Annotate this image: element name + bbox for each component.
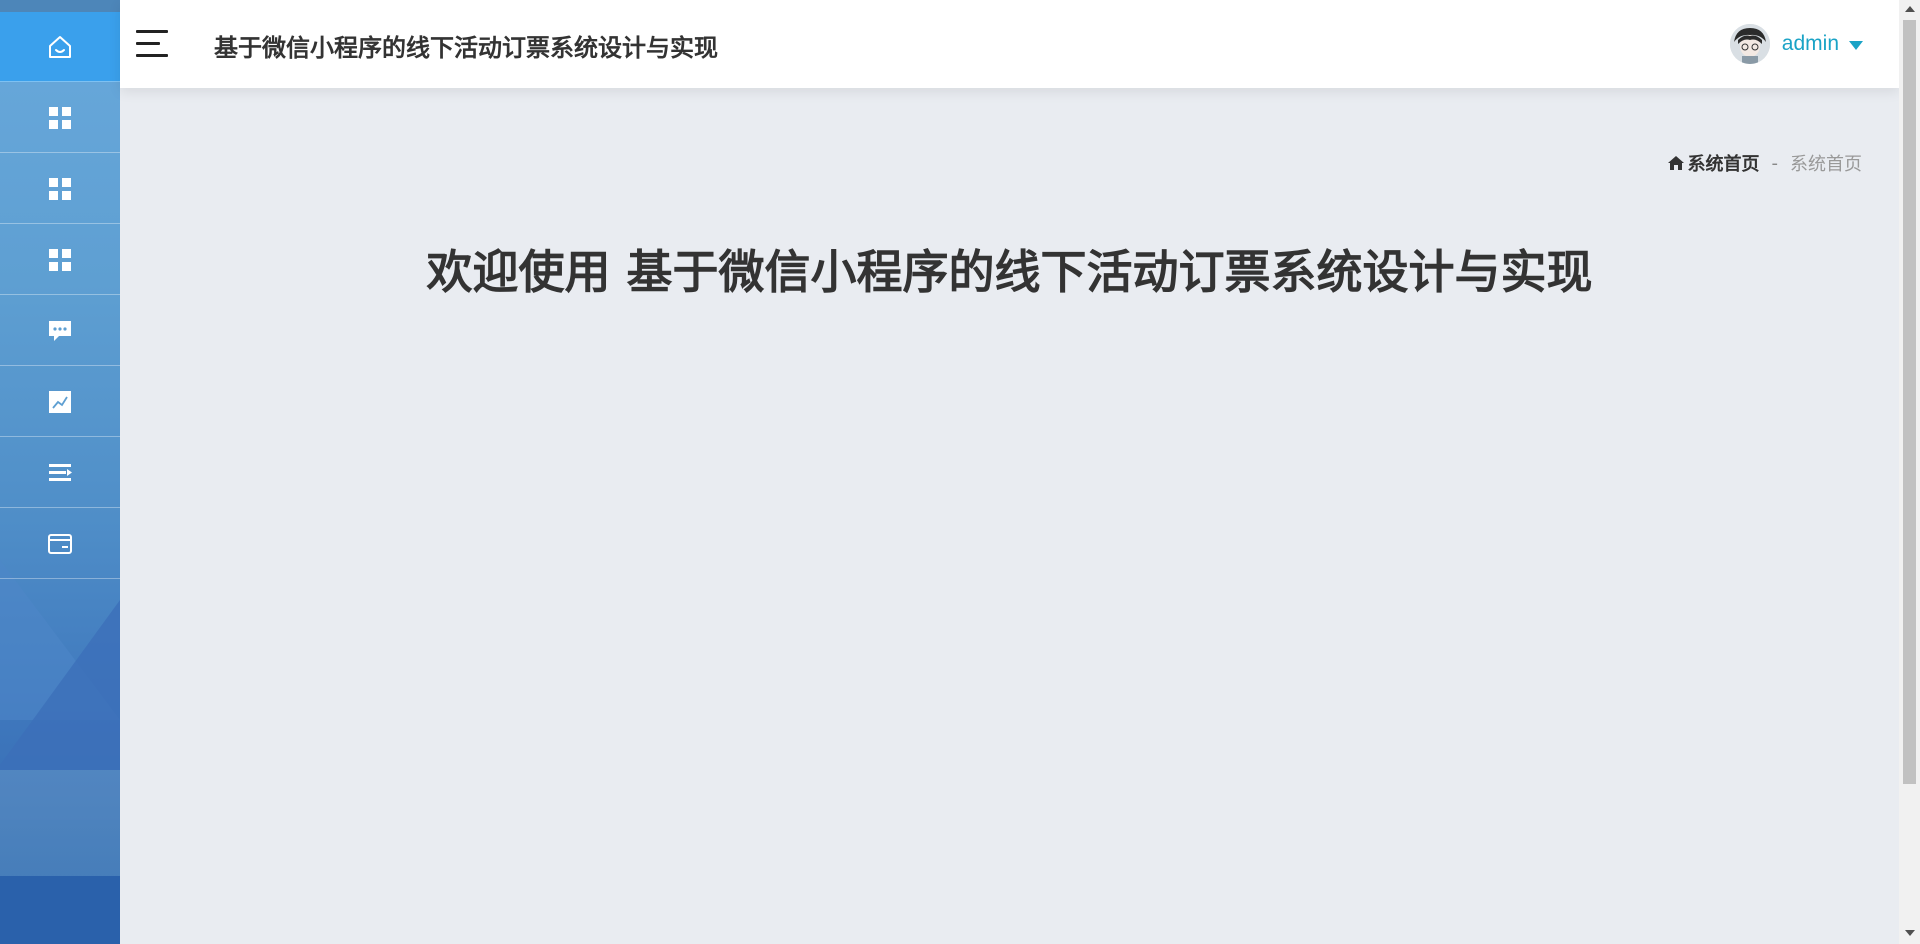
scroll-up-icon[interactable] [1905,6,1915,12]
username-label[interactable]: admin [1782,32,1839,56]
breadcrumb-home-label: 系统首页 [1687,154,1760,175]
top-header: 基于微信小程序的线下活动订票系统设计与实现 admin [120,0,1899,88]
card-icon [48,533,72,554]
sidebar-item-home[interactable] [0,12,120,82]
avatar[interactable] [1729,24,1770,64]
chevron-down-icon[interactable] [1849,40,1863,50]
grid-icon [49,248,71,271]
app-title: 基于微信小程序的线下活动订票系统设计与实现 [214,34,718,62]
home-icon [49,35,71,58]
sidebar-decoration [0,876,120,944]
avatar-image [1729,24,1770,64]
breadcrumb: 系统首页 - 系统首页 [1667,150,1862,176]
sidebar-item-module-2[interactable] [0,154,120,224]
sidebar-item-list[interactable] [0,438,120,508]
chat-icon [49,320,71,341]
sidebar-item-module-3[interactable] [0,225,120,295]
breadcrumb-separator: - [1771,152,1779,174]
scrollbar[interactable] [1899,0,1920,944]
sidebar-top-strip [0,0,120,12]
sidebar-item-card[interactable] [0,509,120,579]
menu-toggle-icon[interactable] [136,30,168,58]
welcome-heading: 欢迎使用 基于微信小程序的线下活动订票系统设计与实现 [426,245,1593,299]
home-icon [1667,156,1684,170]
sidebar-item-statistics[interactable] [0,367,120,437]
grid-icon [49,177,71,200]
scrollbar-thumb[interactable] [1903,20,1916,784]
breadcrumb-home[interactable]: 系统首页 [1667,150,1760,176]
chart-icon [49,390,71,413]
list-icon [49,463,72,481]
breadcrumb-current: 系统首页 [1790,154,1862,175]
sidebar-item-messages[interactable] [0,296,120,366]
scroll-down-icon[interactable] [1905,930,1915,936]
sidebar [0,0,120,944]
sidebar-decoration [0,770,120,880]
sidebar-item-module-1[interactable] [0,83,120,153]
user-menu[interactable]: admin [1729,24,1863,64]
grid-icon [49,106,71,129]
